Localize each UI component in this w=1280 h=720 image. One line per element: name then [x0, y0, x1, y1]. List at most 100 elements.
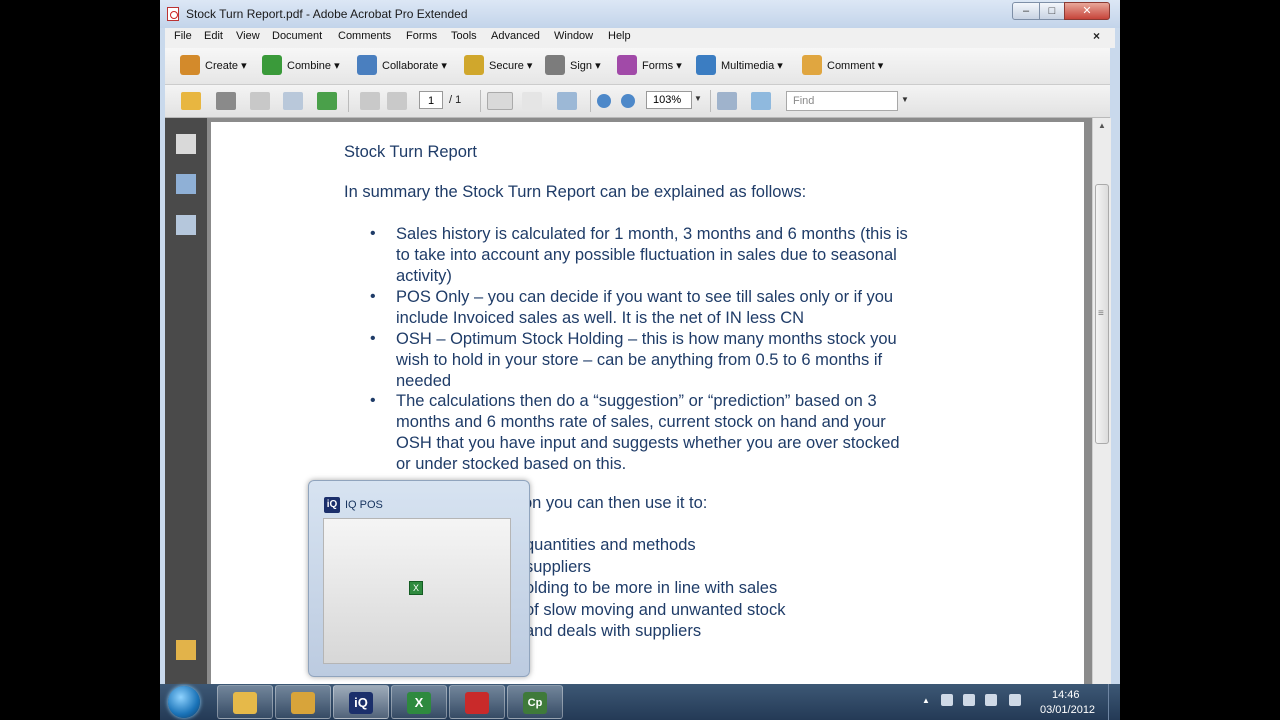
start-button-icon[interactable]: [168, 686, 200, 718]
menu-window[interactable]: Window: [554, 30, 593, 42]
network-icon[interactable]: [985, 694, 997, 706]
save-icon[interactable]: [250, 92, 270, 110]
previous-page-icon[interactable]: [360, 92, 380, 110]
page-number-input[interactable]: 1: [419, 91, 443, 109]
fit-page-icon[interactable]: [717, 92, 737, 110]
menu-bar: File Edit View Document Comments Forms T…: [165, 28, 1115, 48]
create-label: Create ▾: [205, 60, 247, 72]
menu-advanced[interactable]: Advanced: [491, 30, 540, 42]
multimedia-icon: [696, 55, 716, 75]
zoom-dropdown-icon[interactable]: ▼: [694, 94, 702, 103]
action-center-icon[interactable]: [941, 694, 953, 706]
excel-icon: X: [407, 692, 431, 714]
open-folder-icon[interactable]: [181, 92, 201, 110]
scroll-up-icon[interactable]: ▲: [1093, 118, 1111, 134]
forms-button[interactable]: Forms ▾: [617, 54, 687, 78]
comment-icon: [802, 55, 822, 75]
show-hidden-icons-icon[interactable]: ▲: [922, 696, 930, 705]
secure-button[interactable]: Secure ▾: [464, 54, 534, 78]
menu-forms[interactable]: Forms: [406, 30, 437, 42]
show-desktop-button[interactable]: [1108, 684, 1121, 720]
menu-help[interactable]: Help: [608, 30, 631, 42]
forms-icon: [617, 55, 637, 75]
sign-button[interactable]: Sign ▾: [545, 54, 605, 78]
menu-tools[interactable]: Tools: [451, 30, 477, 42]
menu-comments[interactable]: Comments: [338, 30, 391, 42]
bullet-line: activity): [396, 267, 452, 285]
bullet-line: to take into account any possible fluctu…: [396, 246, 897, 264]
collaborate-button[interactable]: Collaborate ▾: [357, 54, 451, 78]
clock-date[interactable]: 03/01/2012: [1040, 704, 1095, 716]
menu-view[interactable]: View: [236, 30, 260, 42]
create-button[interactable]: Create ▾: [180, 54, 250, 78]
document-title: Stock Turn Report: [344, 143, 477, 161]
toolbar-separator: [480, 90, 481, 112]
partial-line: of slow moving and unwanted stock: [525, 601, 786, 619]
create-icon: [180, 55, 200, 75]
toolbar-separator: [348, 90, 349, 112]
close-document-button[interactable]: ×: [1093, 29, 1100, 43]
thumbnail-window-preview[interactable]: X: [323, 518, 511, 664]
maximize-button[interactable]: □: [1039, 2, 1065, 20]
bullet-line: OSH – Optimum Stock Holding – this is ho…: [396, 330, 897, 348]
select-text-icon[interactable]: [487, 92, 513, 110]
toolbar-separator: [710, 90, 711, 112]
combine-button[interactable]: Combine ▾: [262, 54, 344, 78]
pages-icon[interactable]: [176, 134, 196, 154]
comment-label: Comment ▾: [827, 60, 884, 72]
print-icon[interactable]: [216, 92, 236, 110]
taskbar-item-explorer[interactable]: [217, 685, 273, 719]
find-input[interactable]: Find: [786, 91, 898, 111]
partial-line: quantities and methods: [525, 536, 696, 554]
outlook-icon: [291, 692, 315, 714]
usb-device-icon[interactable]: [963, 694, 975, 706]
bullet-marker: •: [370, 225, 376, 242]
full-screen-icon[interactable]: [751, 92, 771, 110]
comment-button[interactable]: Comment ▾: [802, 54, 894, 78]
volume-icon[interactable]: [1009, 694, 1021, 706]
web-icon[interactable]: [317, 92, 337, 110]
close-button[interactable]: ✕: [1064, 2, 1110, 20]
minimize-button[interactable]: –: [1012, 2, 1040, 20]
marquee-zoom-icon[interactable]: [557, 92, 577, 110]
bullet-line: The calculations then do a “suggestion” …: [396, 392, 877, 410]
toolbar-separator: [590, 90, 591, 112]
clock-time[interactable]: 14:46: [1052, 689, 1080, 701]
zoom-level-input[interactable]: 103%: [646, 91, 692, 109]
zoom-in-icon[interactable]: [621, 94, 635, 108]
signatures-icon[interactable]: [176, 215, 196, 235]
window-title: Stock Turn Report.pdf - Adobe Acrobat Pr…: [186, 7, 468, 21]
title-bar[interactable]: Stock Turn Report.pdf - Adobe Acrobat Pr…: [160, 0, 1120, 28]
thumbnail-title: IQ POS: [345, 499, 383, 511]
collaborate-icon: [357, 55, 377, 75]
bullet-line: POS Only – you can decide if you want to…: [396, 288, 894, 306]
partial-line: and deals with suppliers: [525, 622, 702, 640]
iq-pos-icon: iQ: [349, 692, 373, 714]
menu-document[interactable]: Document: [272, 30, 322, 42]
partial-line: suppliers: [525, 558, 592, 576]
hand-tool-icon[interactable]: [522, 92, 542, 110]
find-dropdown-icon[interactable]: ▼: [901, 95, 909, 104]
taskbar: iQ X Cp ▲ 14:46 03/01/2012: [160, 684, 1120, 720]
comments-panel-icon[interactable]: [176, 640, 196, 660]
bookmarks-icon[interactable]: [176, 174, 196, 194]
taskbar-item-captivate[interactable]: Cp: [507, 685, 563, 719]
captivate-icon: Cp: [523, 692, 547, 714]
bullet-line: months and 6 months rate of sales, curre…: [396, 413, 886, 431]
taskbar-item-outlook[interactable]: [275, 685, 331, 719]
taskbar-thumbnail-preview[interactable]: iQ IQ POS X: [308, 480, 530, 677]
scroll-grip-icon: ≡: [1098, 308, 1104, 319]
menu-edit[interactable]: Edit: [204, 30, 223, 42]
menu-file[interactable]: File: [174, 30, 192, 42]
partial-line: olding to be more in line with sales: [525, 579, 778, 597]
taskbar-item-excel[interactable]: X: [391, 685, 447, 719]
forms-label: Forms ▾: [642, 60, 682, 72]
multimedia-button[interactable]: Multimedia ▾: [696, 54, 792, 78]
acrobat-window: Stock Turn Report.pdf - Adobe Acrobat Pr…: [160, 0, 1120, 684]
taskbar-item-iq-pos[interactable]: iQ: [333, 685, 389, 719]
vertical-scrollbar[interactable]: ▲ ≡: [1092, 118, 1111, 684]
email-icon[interactable]: [283, 92, 303, 110]
taskbar-item-acrobat[interactable]: [449, 685, 505, 719]
zoom-out-icon[interactable]: [597, 94, 611, 108]
next-page-icon[interactable]: [387, 92, 407, 110]
